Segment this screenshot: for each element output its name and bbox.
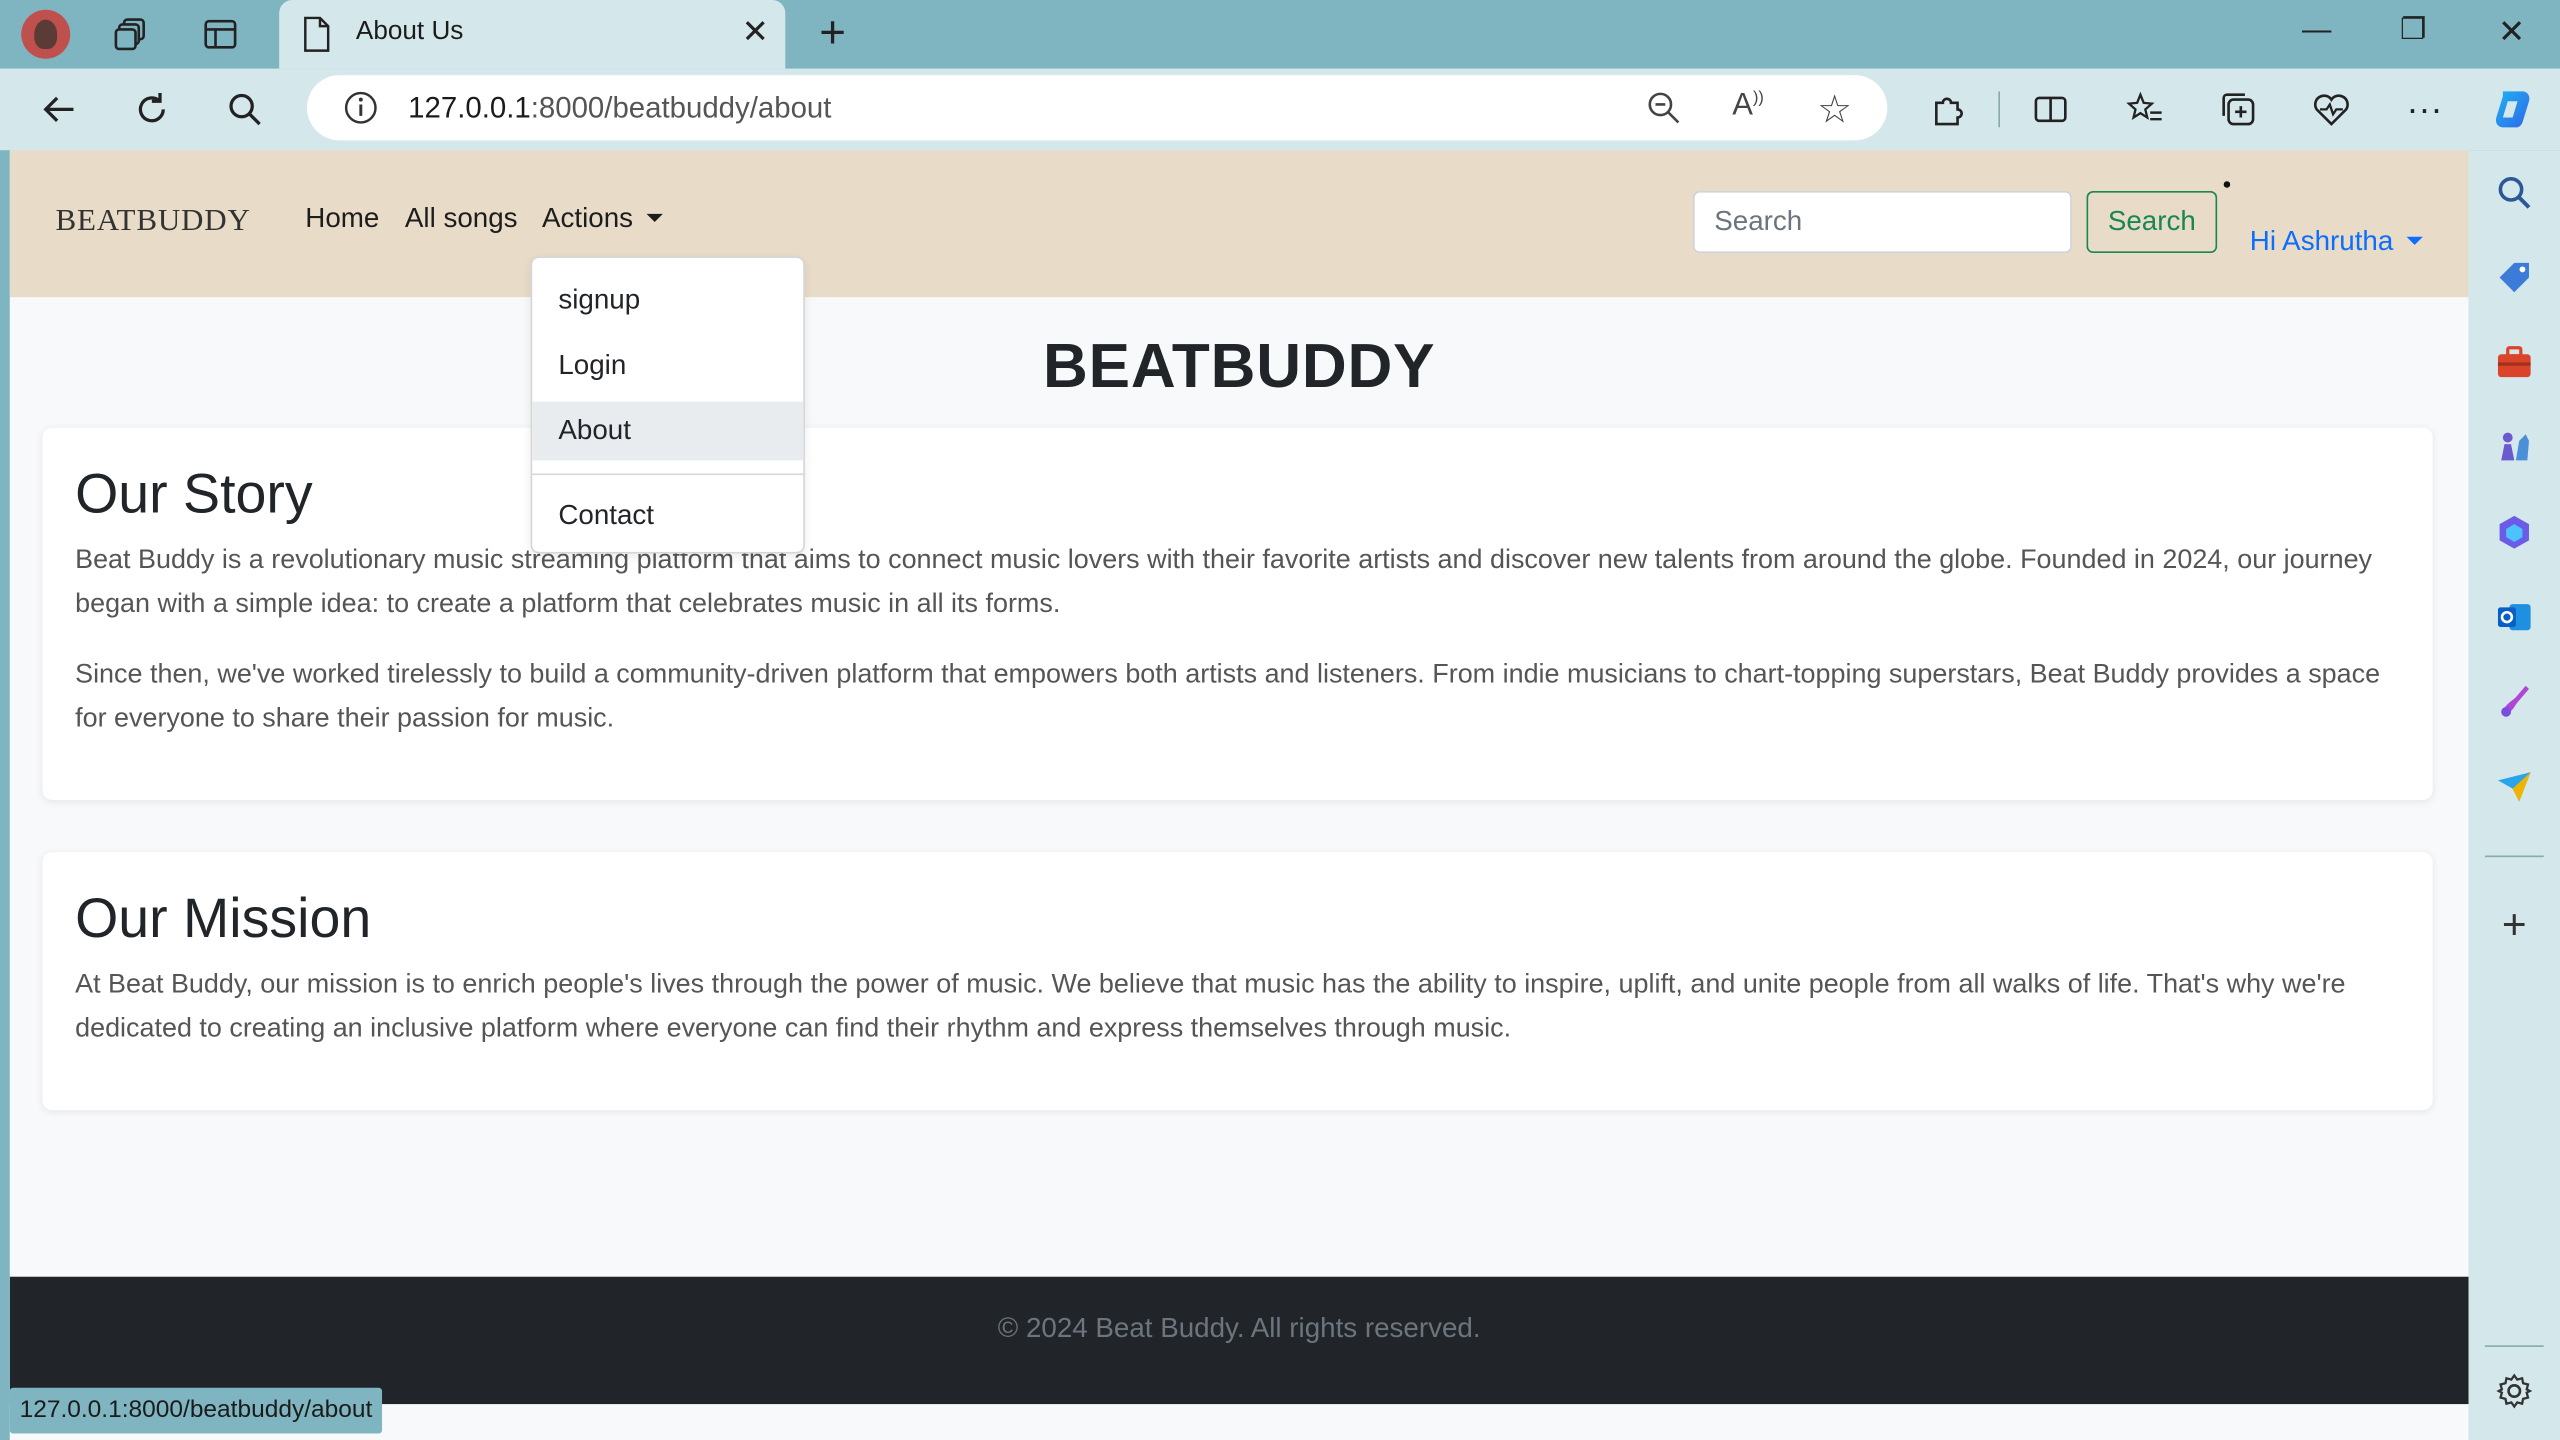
page-title: BEATBUDDY bbox=[1043, 333, 1436, 402]
dropdown-item-login[interactable]: Login bbox=[532, 336, 803, 395]
tab-bar: About Us ✕ + — ❐ ✕ bbox=[0, 0, 2560, 69]
site-navbar: BEATBUDDY Home All songs Actions Search … bbox=[9, 150, 2469, 298]
tab-actions-icon[interactable] bbox=[196, 10, 245, 59]
dropdown-item-about[interactable]: About bbox=[532, 401, 804, 461]
outlook-icon[interactable] bbox=[2491, 594, 2537, 640]
refresh-icon[interactable] bbox=[127, 85, 176, 134]
more-options-icon[interactable]: ··· bbox=[2400, 85, 2449, 134]
minimize-icon[interactable]: — bbox=[2302, 13, 2331, 47]
favorites-icon[interactable] bbox=[2121, 85, 2170, 134]
microsoft-365-icon[interactable] bbox=[2491, 509, 2537, 555]
workspaces-icon[interactable] bbox=[108, 10, 157, 59]
collections-icon[interactable] bbox=[2214, 85, 2263, 134]
address-bar[interactable]: 127.0.0.1:8000/beatbuddy/about A)) ☆ bbox=[306, 75, 1888, 141]
search-button[interactable]: Search bbox=[2086, 191, 2218, 254]
favorite-star-icon[interactable]: ☆ bbox=[1817, 87, 1852, 134]
site-brand[interactable]: BEATBUDDY bbox=[56, 204, 251, 240]
nav-actions-label: Actions bbox=[542, 202, 634, 234]
read-aloud-icon[interactable]: A)) bbox=[1732, 88, 1764, 124]
chevron-down-icon bbox=[646, 213, 663, 223]
sidebar-divider bbox=[2484, 1345, 2544, 1347]
page-icon bbox=[302, 16, 331, 60]
tab-about-us[interactable]: About Us ✕ bbox=[279, 0, 786, 69]
our-story-paragraph-1: Beat Buddy is a revolutionary music stre… bbox=[75, 545, 2373, 618]
restore-icon[interactable]: ❐ bbox=[2400, 13, 2426, 47]
nav-home[interactable]: Home bbox=[305, 202, 379, 235]
designer-icon[interactable] bbox=[2491, 679, 2537, 725]
split-screen-icon[interactable] bbox=[2026, 85, 2075, 134]
search-input[interactable] bbox=[1693, 191, 2072, 254]
url-path: :8000/beatbuddy/about bbox=[530, 91, 832, 125]
nav-all-songs[interactable]: All songs bbox=[405, 202, 518, 235]
our-story-heading: Our Story bbox=[75, 463, 313, 526]
shopping-tag-icon[interactable] bbox=[2491, 255, 2537, 301]
actions-dropdown-menu: signup Login About Contact bbox=[530, 256, 805, 554]
send-plane-icon[interactable] bbox=[2491, 764, 2537, 810]
edge-sidebar: + bbox=[2468, 150, 2560, 1440]
games-chess-icon[interactable] bbox=[2491, 424, 2537, 470]
user-menu-dropdown[interactable]: Hi Ashrutha bbox=[2250, 225, 2423, 258]
url-host: 127.0.0.1 bbox=[408, 91, 531, 125]
toolbar-separator bbox=[1998, 91, 2000, 128]
url-text: 127.0.0.1:8000/beatbuddy/about bbox=[408, 91, 831, 125]
site-info-icon[interactable] bbox=[343, 90, 379, 134]
sidebar-settings-gear-icon[interactable] bbox=[2491, 1368, 2537, 1414]
screen: About Us ✕ + — ❐ ✕ 127.0.0.1:8000/beatbu… bbox=[0, 0, 2560, 1440]
footer-copyright: © 2024 Beat Buddy. All rights reserved. bbox=[997, 1312, 1481, 1344]
close-tab-icon[interactable]: ✕ bbox=[742, 16, 769, 49]
add-sidebar-app-icon[interactable]: + bbox=[2491, 899, 2537, 948]
site-footer: © 2024 Beat Buddy. All rights reserved. bbox=[9, 1276, 2469, 1405]
our-story-paragraph-2: Since then, we've worked tirelessly to b… bbox=[75, 659, 2381, 733]
back-icon[interactable] bbox=[34, 85, 83, 134]
sidebar-search-icon[interactable] bbox=[2491, 170, 2537, 216]
our-mission-paragraph: At Beat Buddy, our mission is to enrich … bbox=[75, 969, 2346, 1043]
extensions-icon[interactable] bbox=[1923, 85, 1972, 134]
tab-title: About Us bbox=[355, 17, 464, 46]
tools-briefcase-icon[interactable] bbox=[2491, 340, 2537, 386]
user-greeting: Hi Ashrutha bbox=[2249, 225, 2394, 257]
browser-essentials-icon[interactable] bbox=[2307, 85, 2356, 134]
profile-avatar[interactable] bbox=[21, 9, 71, 59]
copilot-icon[interactable] bbox=[2488, 85, 2537, 134]
avatar-icon bbox=[21, 9, 71, 59]
zoom-out-icon[interactable] bbox=[1646, 90, 1682, 134]
indicator-dot bbox=[2223, 181, 2231, 188]
our-story-card: Our Story Beat Buddy is a revolutionary … bbox=[42, 427, 2433, 800]
status-bar-url: 127.0.0.1:8000/beatbuddy/about bbox=[9, 1387, 383, 1434]
browser-toolbar: 127.0.0.1:8000/beatbuddy/about A)) ☆ ··· bbox=[0, 68, 2560, 151]
web-page: BEATBUDDY Home All songs Actions Search … bbox=[9, 150, 2469, 1440]
our-mission-heading: Our Mission bbox=[75, 888, 372, 951]
nav-actions-dropdown[interactable]: Actions bbox=[542, 202, 663, 235]
our-mission-card: Our Mission At Beat Buddy, our mission i… bbox=[42, 852, 2433, 1111]
search-icon[interactable] bbox=[220, 85, 269, 134]
chevron-down-icon bbox=[2406, 236, 2423, 245]
dropdown-item-signup[interactable]: signup bbox=[532, 271, 803, 330]
dropdown-divider bbox=[532, 473, 804, 476]
dropdown-item-contact[interactable]: Contact bbox=[532, 487, 803, 546]
close-window-icon[interactable]: ✕ bbox=[2498, 11, 2525, 52]
sidebar-divider bbox=[2484, 855, 2544, 858]
new-tab-icon[interactable]: + bbox=[808, 9, 857, 59]
